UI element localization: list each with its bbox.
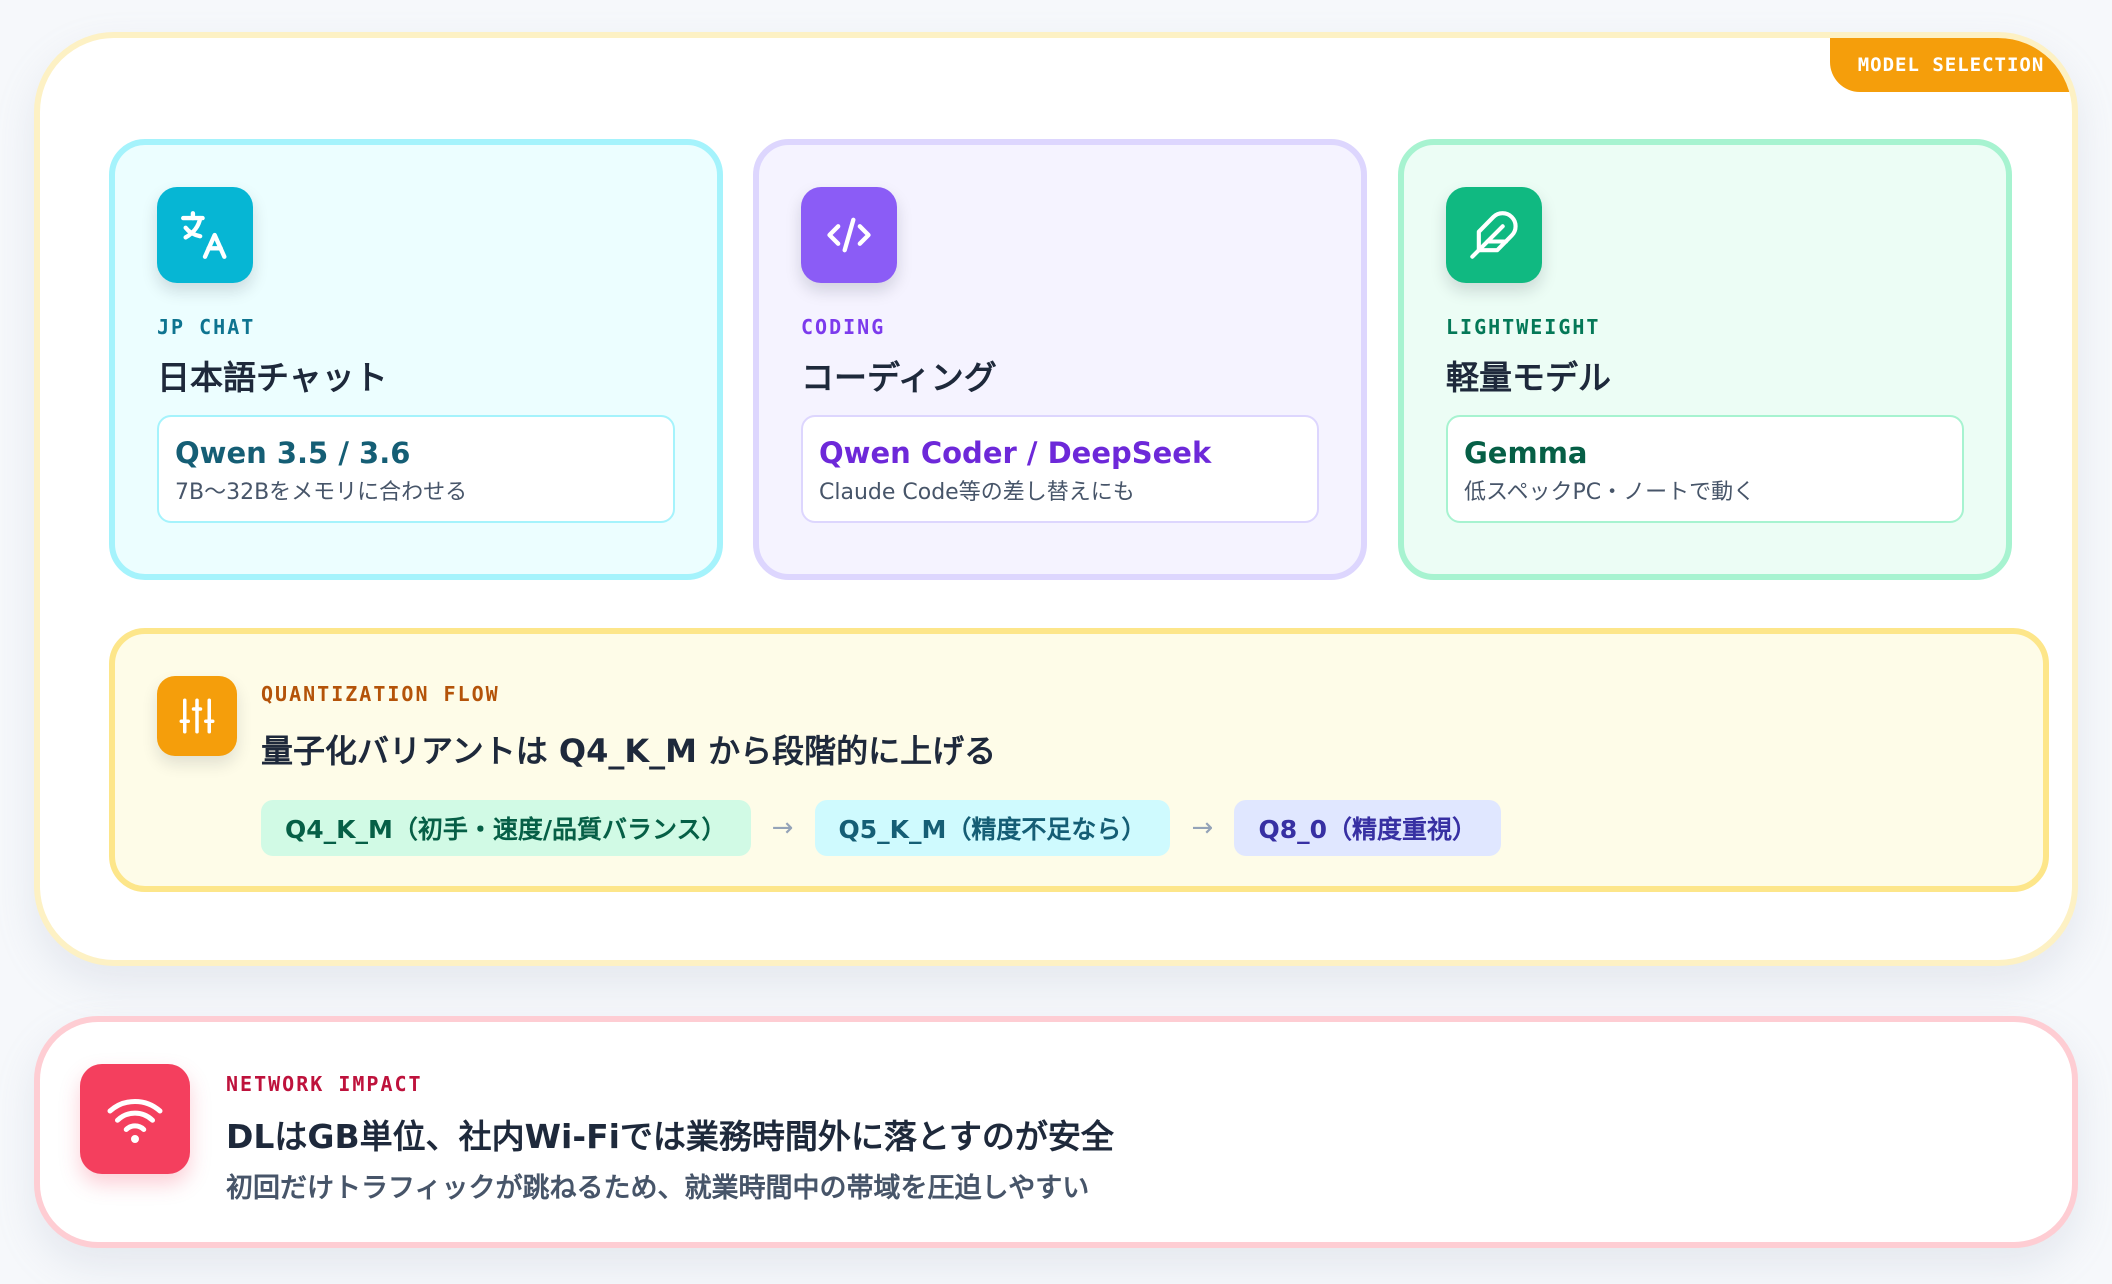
model-description: 7B〜32Bをメモリに合わせる: [175, 480, 468, 506]
network-tag: NETWORK IMPACT: [226, 1072, 423, 1096]
model-name: Qwen Coder / DeepSeek: [819, 436, 1212, 470]
network-impact-panel: NETWORK IMPACT DLはGB単位、社内Wi-Fiでは業務時間外に落と…: [34, 1016, 2078, 1248]
model-box: Qwen 3.5 / 3.6 7B〜32Bをメモリに合わせる: [157, 415, 675, 523]
model-description: 低スペックPC・ノートで動く: [1464, 480, 1756, 506]
card-lightweight: LIGHTWEIGHT 軽量モデル Gemma 低スペックPC・ノートで動く: [1398, 139, 2012, 580]
translate-icon: [157, 187, 253, 283]
arrow-right-icon: →: [1191, 813, 1214, 843]
card-title: 日本語チャット: [157, 358, 388, 397]
sliders-icon: [157, 676, 237, 756]
model-selection-panel: MODEL SELECTION JP CHAT 日本語チャット Qwen 3.5…: [34, 32, 2078, 966]
card-jp-chat: JP CHAT 日本語チャット Qwen 3.5 / 3.6 7B〜32Bをメモ…: [109, 139, 723, 580]
quantization-title: 量子化バリアントは Q4_K_M から段階的に上げる: [261, 732, 997, 770]
model-name: Qwen 3.5 / 3.6: [175, 436, 411, 470]
model-box: Qwen Coder / DeepSeek Claude Code等の差し替えに…: [801, 415, 1319, 523]
arrow-right-icon: →: [771, 813, 794, 843]
model-selection-badge: MODEL SELECTION: [1830, 38, 2072, 92]
quant-step-q5: Q5_K_M（精度不足なら）: [814, 800, 1171, 856]
quantization-tag: QUANTIZATION FLOW: [261, 682, 500, 706]
code-icon: [801, 187, 897, 283]
quant-step-q4: Q4_K_M（初手・速度/品質バランス）: [261, 800, 751, 856]
card-tag: JP CHAT: [157, 315, 256, 339]
card-tag: LIGHTWEIGHT: [1446, 315, 1601, 339]
network-title: DLはGB単位、社内Wi-Fiでは業務時間外に落とすのが安全: [226, 1117, 1114, 1156]
quant-step-q8: Q8_0（精度重視）: [1234, 800, 1501, 856]
feather-icon: [1446, 187, 1542, 283]
quantization-flow-panel: QUANTIZATION FLOW 量子化バリアントは Q4_K_M から段階的…: [109, 628, 2049, 892]
card-title: 軽量モデル: [1446, 358, 1611, 397]
wifi-icon: [80, 1064, 190, 1174]
model-name: Gemma: [1464, 436, 1588, 470]
card-coding: CODING コーディング Qwen Coder / DeepSeek Clau…: [753, 139, 1367, 580]
network-description: 初回だけトラフィックが跳ねるため、就業時間中の帯域を圧迫しやすい: [226, 1173, 1090, 1204]
card-title: コーディング: [801, 358, 997, 397]
card-tag: CODING: [801, 315, 886, 339]
quantization-steps: Q4_K_M（初手・速度/品質バランス） → Q5_K_M（精度不足なら） → …: [261, 800, 1501, 856]
model-box: Gemma 低スペックPC・ノートで動く: [1446, 415, 1964, 523]
model-description: Claude Code等の差し替えにも: [819, 480, 1135, 506]
